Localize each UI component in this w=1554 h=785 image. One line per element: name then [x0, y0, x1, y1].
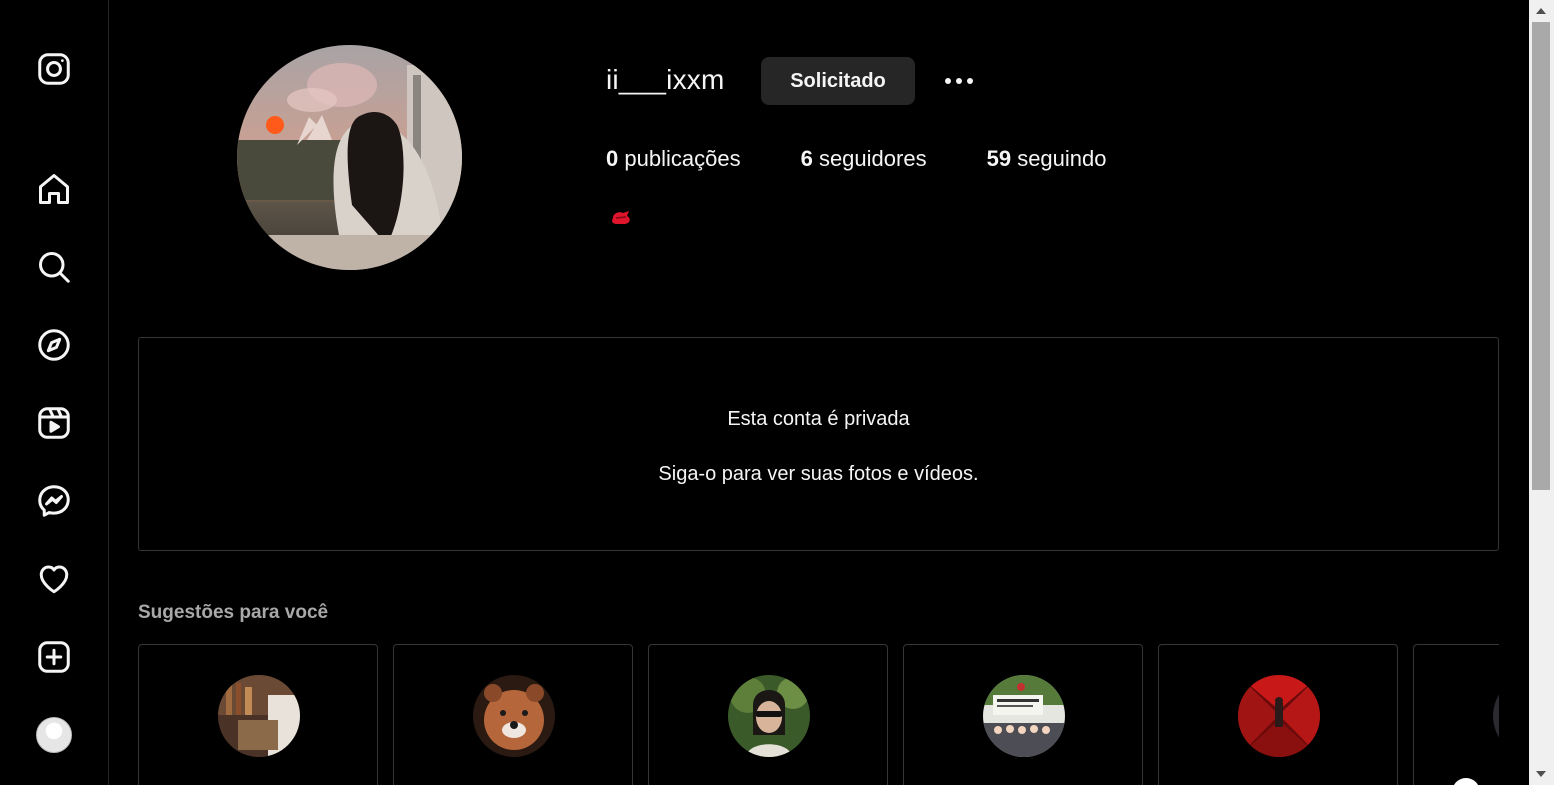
scroll-up-icon[interactable]: [1536, 8, 1546, 14]
following-link[interactable]: 59 seguindo: [987, 146, 1107, 172]
explore-compass-icon[interactable]: [30, 321, 78, 369]
instagram-logo-icon[interactable]: [30, 45, 78, 93]
heart-icon[interactable]: [30, 555, 78, 603]
private-title: Esta conta é privada: [727, 408, 910, 430]
suggestion-card[interactable]: [1158, 644, 1398, 785]
search-icon[interactable]: [30, 243, 78, 291]
messenger-icon[interactable]: [30, 477, 78, 525]
profile-username: ii___ixxm: [606, 64, 725, 95]
suggestion-avatar[interactable]: [728, 675, 810, 757]
suggestion-avatar[interactable]: [218, 675, 300, 757]
profile-stats: 0 publicações 6 seguidores 59 seguindo: [606, 146, 1167, 172]
more-options-icon[interactable]: [938, 66, 980, 96]
profile-avatar-icon[interactable]: [30, 711, 78, 759]
suggestion-card[interactable]: [138, 644, 378, 785]
scroll-down-icon[interactable]: [1536, 771, 1546, 777]
suggestions-title: Sugestões para você: [138, 602, 329, 623]
suggestion-avatar[interactable]: [983, 675, 1065, 757]
private-subtitle: Siga-o para ver suas fotos e vídeos.: [658, 463, 979, 485]
suggestions-list: [138, 644, 1499, 785]
suggestion-avatar[interactable]: [1493, 675, 1499, 757]
scroll-thumb[interactable]: [1532, 22, 1550, 490]
followers-link[interactable]: 6 seguidores: [801, 146, 927, 172]
suggestion-card[interactable]: [903, 644, 1143, 785]
sidebar: [0, 0, 109, 785]
reels-icon[interactable]: [30, 399, 78, 447]
posts-count: 0 publicações: [606, 146, 741, 171]
avatar: [36, 717, 72, 753]
follow-requested-button[interactable]: Solicitado: [761, 57, 915, 105]
suggestion-card[interactable]: [648, 644, 888, 785]
home-icon[interactable]: [30, 165, 78, 213]
suggestion-avatar[interactable]: [1238, 675, 1320, 757]
suggestion-card[interactable]: [1413, 644, 1499, 785]
suggestion-card[interactable]: [393, 644, 633, 785]
private-account-notice: Esta conta é privada Siga-o para ver sua…: [138, 337, 1499, 551]
bio-emoji-icon: [609, 206, 635, 230]
scrollbar[interactable]: [1529, 0, 1554, 785]
profile-picture[interactable]: [237, 45, 462, 270]
suggestion-avatar[interactable]: [473, 675, 555, 757]
create-plus-icon[interactable]: [30, 633, 78, 681]
